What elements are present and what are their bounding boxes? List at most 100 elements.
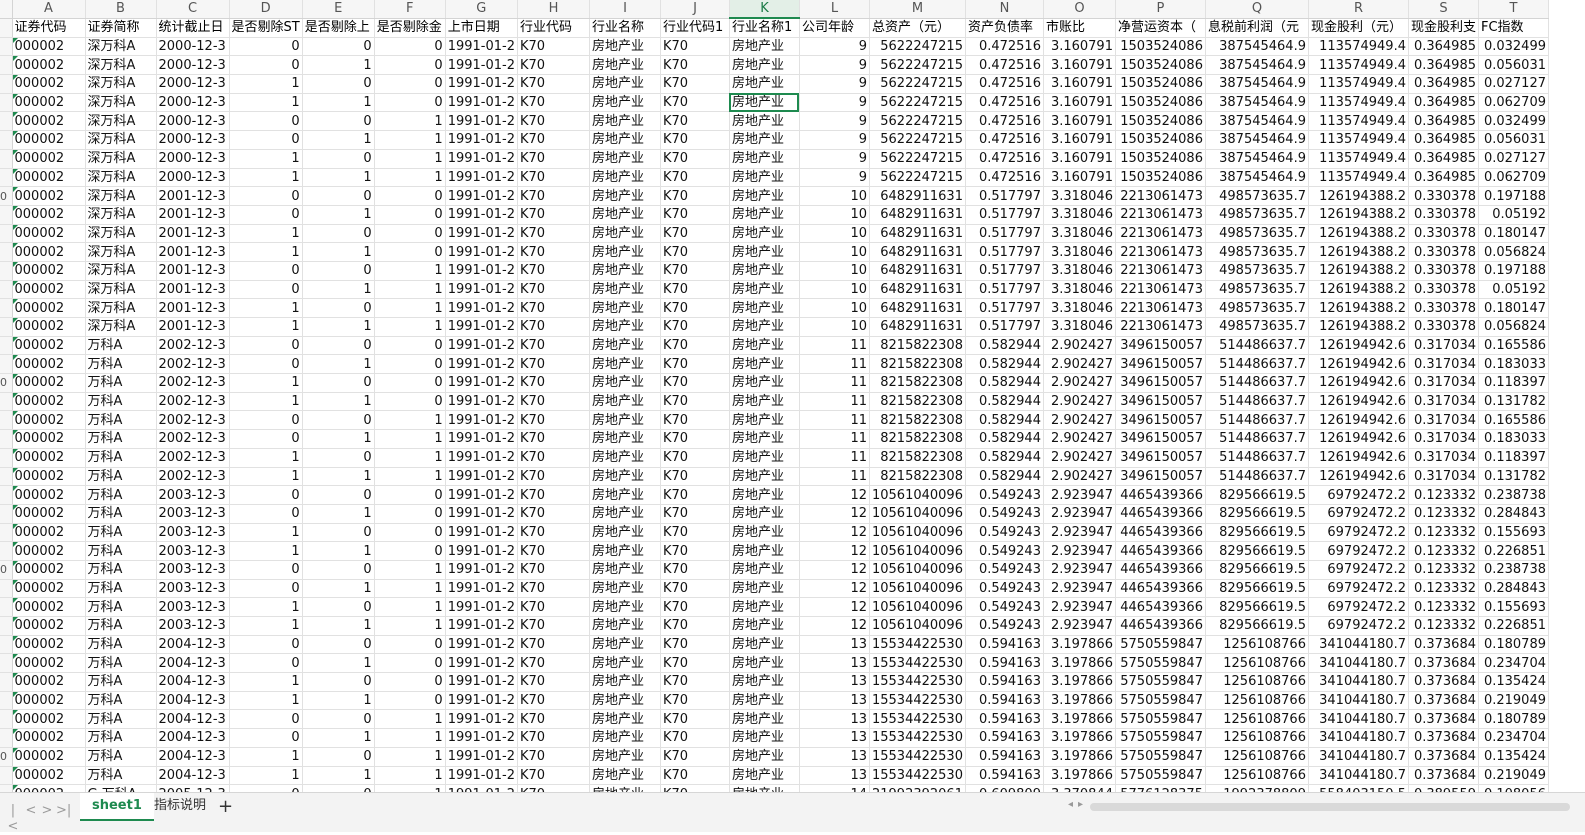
data-cell[interactable]: 1: [229, 242, 303, 262]
data-cell[interactable]: 126194388.2: [1308, 186, 1409, 206]
data-cell[interactable]: 387545464.9: [1205, 74, 1309, 94]
data-cell[interactable]: 10: [799, 186, 870, 206]
data-cell[interactable]: 126194942.6: [1308, 448, 1409, 468]
row-header[interactable]: [0, 766, 13, 786]
data-cell[interactable]: 126194942.6: [1308, 336, 1409, 356]
data-cell[interactable]: 498573635.7: [1205, 186, 1309, 206]
data-cell[interactable]: 深万科A: [85, 74, 157, 94]
data-cell[interactable]: 10: [799, 298, 870, 318]
data-cell[interactable]: 0.197188: [1478, 186, 1549, 206]
data-cell[interactable]: 0: [302, 74, 375, 94]
data-cell[interactable]: 2003-12-3: [156, 504, 230, 524]
data-cell[interactable]: 558403150.5: [1308, 784, 1409, 792]
data-cell[interactable]: 10: [799, 280, 870, 300]
data-cell[interactable]: 房地产业: [589, 205, 661, 225]
prev-sheet-icon[interactable]: <: [24, 803, 38, 819]
data-cell[interactable]: 2.902427: [1043, 429, 1116, 449]
data-cell[interactable]: 万科A: [85, 653, 157, 674]
data-cell[interactable]: 1: [229, 224, 303, 244]
data-cell[interactable]: 10: [799, 224, 870, 244]
data-cell[interactable]: 1991-01-2: [445, 55, 518, 76]
data-cell[interactable]: 5622247215: [869, 149, 966, 169]
data-cell[interactable]: 房地产业: [589, 93, 661, 113]
data-cell[interactable]: 0: [229, 354, 303, 375]
data-cell[interactable]: 3496150057: [1115, 354, 1206, 375]
select-all-corner[interactable]: [0, 0, 13, 19]
data-cell[interactable]: 4465439366: [1115, 541, 1206, 561]
data-cell[interactable]: 2213061473: [1115, 186, 1206, 206]
data-cell[interactable]: 0.131782: [1478, 392, 1549, 412]
data-cell[interactable]: 0.594163: [965, 653, 1044, 674]
data-cell[interactable]: 12: [799, 597, 870, 617]
data-cell[interactable]: 1256108766: [1205, 672, 1309, 692]
data-cell[interactable]: 房地产业: [729, 541, 800, 561]
data-cell[interactable]: K70: [517, 298, 590, 318]
data-cell[interactable]: 3.160791: [1043, 111, 1116, 132]
data-cell[interactable]: 4465439366: [1115, 560, 1206, 580]
data-cell[interactable]: K70: [660, 205, 730, 225]
data-cell[interactable]: 1: [302, 653, 375, 674]
data-cell[interactable]: 0.330378: [1408, 186, 1479, 206]
row-header[interactable]: [0, 298, 13, 318]
field-header-cell[interactable]: 证券简称: [85, 18, 157, 38]
data-cell[interactable]: 0.582944: [965, 336, 1044, 356]
data-cell[interactable]: K70: [660, 766, 730, 786]
data-cell[interactable]: 1: [374, 579, 446, 599]
data-cell[interactable]: K70: [517, 766, 590, 786]
data-cell[interactable]: 0: [374, 37, 446, 57]
data-cell[interactable]: 1: [374, 280, 446, 300]
data-cell[interactable]: 房地产业: [729, 429, 800, 449]
data-cell[interactable]: K70: [517, 149, 590, 169]
data-cell[interactable]: 0.123332: [1408, 579, 1479, 599]
data-cell[interactable]: 0: [302, 597, 375, 617]
data-cell[interactable]: 0.056031: [1478, 130, 1549, 150]
data-cell[interactable]: 房地产业: [729, 373, 800, 393]
data-cell[interactable]: 0.472516: [965, 149, 1044, 169]
data-cell[interactable]: K70: [517, 504, 590, 524]
data-cell[interactable]: 829566619.5: [1205, 523, 1309, 543]
data-cell[interactable]: 2.923947: [1043, 616, 1116, 636]
data-cell[interactable]: 5622247215: [869, 168, 966, 188]
data-cell[interactable]: K70: [660, 37, 730, 57]
data-cell[interactable]: 0: [229, 709, 303, 730]
row-header[interactable]: [0, 224, 13, 244]
data-cell[interactable]: 10561040096: [869, 560, 966, 580]
data-cell[interactable]: K70: [517, 130, 590, 150]
data-cell[interactable]: 0.317034: [1408, 336, 1479, 356]
row-header[interactable]: [0, 261, 13, 281]
data-cell[interactable]: 829566619.5: [1205, 579, 1309, 599]
data-cell[interactable]: K70: [660, 130, 730, 150]
data-cell[interactable]: 2.902427: [1043, 410, 1116, 431]
field-header-cell[interactable]: 是否剔除金: [374, 18, 446, 38]
data-cell[interactable]: 0.594163: [965, 728, 1044, 748]
data-cell[interactable]: 2213061473: [1115, 298, 1206, 318]
data-cell[interactable]: K70: [660, 709, 730, 730]
data-cell[interactable]: 房地产业: [729, 280, 800, 300]
data-cell[interactable]: 113574949.4: [1308, 149, 1409, 169]
data-cell[interactable]: 1991-01-2: [445, 579, 518, 599]
data-cell[interactable]: 万科A: [85, 579, 157, 599]
data-cell[interactable]: 0: [229, 485, 303, 505]
data-cell[interactable]: 0.582944: [965, 410, 1044, 431]
data-cell[interactable]: 1: [302, 541, 375, 561]
data-cell[interactable]: 万科A: [85, 691, 157, 711]
data-cell[interactable]: 2213061473: [1115, 317, 1206, 337]
data-cell[interactable]: 万科A: [85, 410, 157, 431]
data-cell[interactable]: K70: [517, 37, 590, 57]
data-cell[interactable]: 2213061473: [1115, 242, 1206, 262]
data-cell[interactable]: 1991-01-2: [445, 392, 518, 412]
data-cell[interactable]: 2000-12-3: [156, 93, 230, 113]
data-cell[interactable]: 2002-12-3: [156, 392, 230, 412]
data-cell[interactable]: 1: [302, 55, 375, 76]
row-header[interactable]: [0, 410, 13, 431]
data-cell[interactable]: 8215822308: [869, 392, 966, 412]
data-cell[interactable]: 000002: [12, 523, 86, 543]
field-header-cell[interactable]: 是否剔除上: [302, 18, 375, 38]
data-cell[interactable]: 3.318046: [1043, 242, 1116, 262]
data-cell[interactable]: 0: [229, 55, 303, 76]
data-cell[interactable]: 2004-12-3: [156, 672, 230, 692]
data-cell[interactable]: 房地产业: [589, 336, 661, 356]
data-cell[interactable]: 0: [229, 728, 303, 748]
data-cell[interactable]: 15534422530: [869, 691, 966, 711]
data-cell[interactable]: 房地产业: [589, 672, 661, 692]
